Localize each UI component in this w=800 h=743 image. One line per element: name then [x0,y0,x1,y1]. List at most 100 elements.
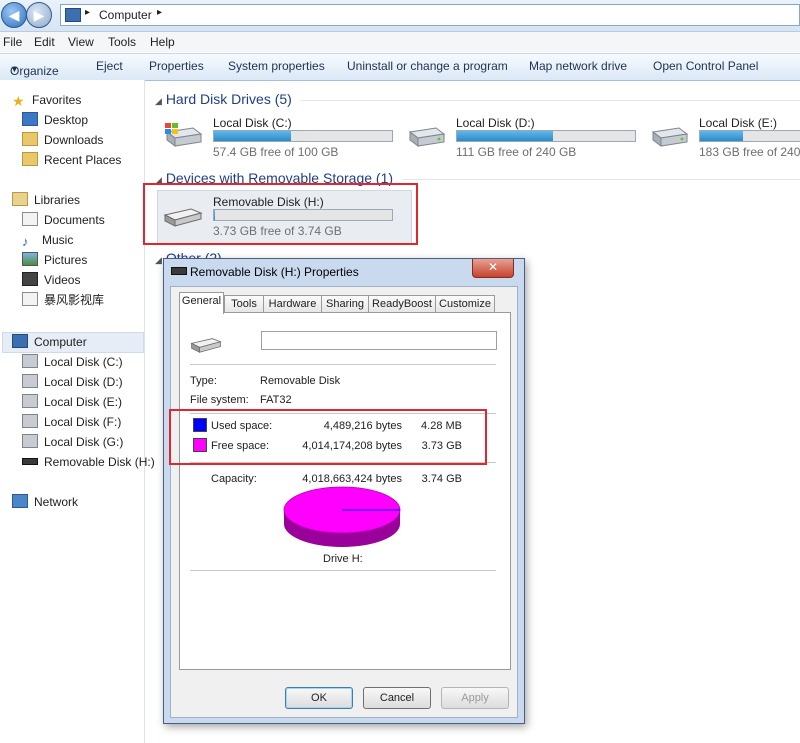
nav-documents[interactable]: Documents [22,211,105,229]
eject-button[interactable]: Eject [96,59,123,73]
open-control-panel-button[interactable]: Open Control Panel [653,59,758,73]
drive-icon [651,127,689,147]
nav-local-disk-f[interactable]: Local Disk (F:) [22,413,121,431]
disk-item-e[interactable]: Local Disk (E:) 183 GB free of 240 GB [649,116,800,166]
music-icon: ♪ [22,234,29,249]
separator [190,364,496,365]
cancel-button[interactable]: Cancel [363,687,431,709]
apply-button[interactable]: Apply [441,687,509,709]
nav-network[interactable]: Network [12,493,78,511]
nav-desktop[interactable]: Desktop [22,111,88,129]
tab-customize[interactable]: Customize [435,295,495,313]
navigation-pane: ★ Favorites Desktop Downloads Recent Plac… [0,80,155,743]
breadcrumb-computer[interactable]: Computer [99,8,152,22]
file-system-value: FAT32 [260,394,292,406]
highlight-box-space [169,409,487,465]
ok-button[interactable]: OK [285,687,353,709]
drive-icon [22,414,38,428]
drive-label: Drive H: [323,553,363,565]
back-button[interactable]: ◀ [1,2,27,28]
tab-hardware[interactable]: Hardware [263,295,322,313]
library-icon [22,292,38,306]
capacity-size: 3.74 GB [421,473,462,485]
file-system-label: File system: [190,394,249,406]
highlight-box-removable [143,183,418,245]
nav-local-disk-c[interactable]: Local Disk (C:) [22,353,123,371]
type-value: Removable Disk [260,375,341,387]
disk-free-space: 183 GB free of 240 GB [699,145,800,159]
nav-music[interactable]: ♪ Music [22,231,73,249]
menu-view[interactable]: View [68,35,94,49]
nav-videos[interactable]: Videos [22,271,80,289]
section-header-hard-disks[interactable]: ◢ Hard Disk Drives (5) [155,91,292,107]
nav-pictures[interactable]: Pictures [22,251,87,269]
tab-panel-general: Type: Removable Disk File system: FAT32 … [179,312,511,670]
forward-button[interactable]: ▶ [26,2,52,28]
command-bar: Organize ▼ Eject Properties System prope… [0,53,800,81]
nav-local-disk-e[interactable]: Local Disk (E:) [22,393,122,411]
videos-icon [22,272,38,286]
volume-label-input[interactable] [261,331,497,350]
nav-custom-library[interactable]: 暴风影视库 [22,291,104,309]
menu-edit[interactable]: Edit [34,35,55,49]
capacity-label: Capacity: [211,473,257,485]
nav-downloads[interactable]: Downloads [22,131,103,149]
system-properties-button[interactable]: System properties [228,59,325,73]
nav-local-disk-d[interactable]: Local Disk (D:) [22,373,123,391]
map-network-drive-button[interactable]: Map network drive [529,59,627,73]
tab-tools[interactable]: Tools [224,295,264,313]
usb-drive-icon [171,267,187,275]
disk-usage-bar [213,130,393,142]
disk-name: Local Disk (D:) [456,116,535,130]
disk-usage-bar [456,130,636,142]
nav-recent-places[interactable]: Recent Places [22,151,121,169]
menu-tools[interactable]: Tools [108,35,136,49]
properties-button[interactable]: Properties [149,59,204,73]
nav-local-disk-g[interactable]: Local Disk (G:) [22,433,123,451]
star-icon: ★ [12,93,25,109]
nav-computer[interactable]: Computer [12,333,87,351]
tab-sharing[interactable]: Sharing [321,295,369,313]
tab-general[interactable]: General [179,292,224,314]
type-label: Type: [190,375,217,387]
usb-drive-icon [190,338,222,353]
libraries-icon [12,192,28,206]
collapse-arrow-icon: ◢ [155,255,162,265]
section-divider [402,179,800,180]
dialog-title: Removable Disk (H:) Properties [190,265,359,279]
disk-name: Local Disk (C:) [213,116,292,130]
breadcrumb-chevron-icon[interactable]: ▸ [157,7,162,18]
properties-dialog: Removable Disk (H:) Properties ✕ General… [163,258,525,724]
disk-free-space: 111 GB free of 240 GB [456,145,577,159]
tab-readyboost[interactable]: ReadyBoost [368,295,436,313]
breadcrumb-chevron-icon[interactable]: ▸ [85,7,90,18]
drive-icon [22,394,38,408]
uninstall-program-button[interactable]: Uninstall or change a program [347,59,508,73]
collapse-arrow-icon: ◢ [155,96,162,106]
capacity-bytes: 4,018,663,424 bytes [302,473,402,485]
windows-drive-icon [165,123,203,147]
separator [190,570,496,571]
nav-removable-disk-h[interactable]: Removable Disk (H:) [22,453,155,471]
drive-icon [22,434,38,448]
drive-icon [408,127,446,147]
nav-favorites[interactable]: ★ Favorites [12,91,81,109]
address-box[interactable]: ▸ Computer ▸ [60,4,800,26]
disk-usage-pie-chart [283,486,401,547]
disk-item-c[interactable]: Local Disk (C:) 57.4 GB free of 100 GB [163,116,403,166]
usb-drive-icon [22,458,38,465]
disk-usage-bar [699,130,800,142]
drive-icon [22,374,38,388]
menu-file[interactable]: File [3,35,22,49]
menu-bar: File Edit View Tools Help [0,32,800,52]
nav-libraries[interactable]: Libraries [12,191,80,209]
downloads-folder-icon [22,132,38,146]
computer-icon [12,334,28,348]
dialog-body: General Tools Hardware Sharing ReadyBoos… [170,286,518,718]
disk-free-space: 57.4 GB free of 100 GB [213,145,339,159]
disk-item-d[interactable]: Local Disk (D:) 111 GB free of 240 GB [406,116,646,166]
close-button[interactable]: ✕ [472,259,514,278]
menu-help[interactable]: Help [150,35,175,49]
pictures-icon [22,252,38,266]
desktop-icon [22,112,38,126]
